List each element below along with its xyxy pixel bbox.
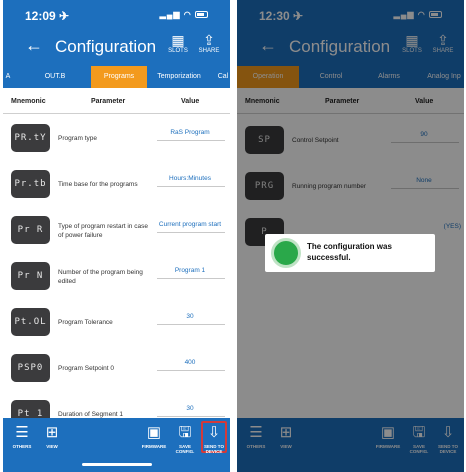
share-button[interactable]: ⇪ SHARE	[196, 32, 222, 54]
chip-icon: ▣	[146, 424, 162, 441]
save-config-label: SAVE CONFIG.	[175, 444, 195, 454]
table-row[interactable]: PR.tY Program type RaS Program	[3, 116, 230, 162]
status-time: 12:09 ✈	[25, 9, 70, 23]
signal-wifi-icon: ▂▄▆ ◠	[159, 10, 192, 19]
send-to-device-label: SEND TO DEVICE	[204, 444, 224, 454]
slots-icon: ▦	[171, 32, 185, 48]
view-button[interactable]: ⊞ VIEW	[39, 424, 65, 449]
mnemonic-chip: Pr.tb	[11, 170, 50, 198]
mnemonic-chip: PR.tY	[11, 124, 50, 152]
home-indicator	[82, 463, 152, 466]
save-config-button[interactable]: 🖫 SAVE CONFIG.	[172, 424, 198, 454]
view-label: VIEW	[46, 444, 58, 449]
header-value: Value	[181, 98, 200, 105]
success-check-icon	[271, 238, 301, 268]
status-icons: ▂▄▆ ◠	[160, 10, 208, 19]
view-icon: ⊞	[45, 424, 59, 441]
bottom-toolbar: ☰ OTHERS ⊞ VIEW ▣ FIRMWARE 🖫 SAVE CONFIG. ⇩ S…	[3, 418, 230, 472]
parameter-value[interactable]: 30	[153, 312, 227, 321]
success-toast: The configuration was successful.	[265, 234, 435, 272]
share-label: SHARE	[198, 48, 220, 54]
value-underline	[157, 186, 225, 187]
value-underline	[157, 416, 225, 417]
header-parameter: Parameter	[91, 98, 126, 105]
parameter-name: Type of program restart in case of power…	[58, 223, 148, 239]
mnemonic-chip: PSP0	[11, 354, 50, 382]
others-label: OTHERS	[12, 444, 32, 449]
mnemonic-chip: Pt.OL	[11, 308, 50, 336]
right-screen: 12:30 ✈ ▂▄▆ ◠ ← Configuration ▦ SLOTS ⇪ SH…	[237, 0, 464, 472]
parameter-name: Program type	[58, 135, 98, 142]
table-row[interactable]: Pr.tb Time base for the programs Hours:M…	[3, 162, 230, 208]
tab-out-b[interactable]: OUT.B	[25, 66, 85, 88]
firmware-label: FIRMWARE	[141, 444, 167, 449]
status-bar: 12:09 ✈ ▂▄▆ ◠	[3, 0, 230, 28]
mnemonic-chip: Pr R	[11, 216, 50, 244]
table-row[interactable]: Pt.OL Program Tolerance 30	[3, 300, 230, 346]
toast-message: The configuration was successful.	[307, 242, 392, 262]
battery-icon	[195, 11, 208, 19]
parameter-value[interactable]: RaS Program	[153, 128, 227, 137]
parameter-value[interactable]: Program 1	[153, 266, 227, 275]
table-row[interactable]: PSP0 Program Setpoint 0 400	[3, 346, 230, 392]
parameter-name: Time base for the programs	[58, 181, 138, 188]
header-mnemonic: Mnemonic	[11, 98, 46, 105]
parameter-value[interactable]: 30	[153, 404, 227, 413]
value-underline	[157, 324, 225, 325]
others-button[interactable]: ☰ OTHERS	[9, 424, 35, 449]
send-device-icon: ⇩	[207, 424, 221, 441]
tab-bar: A OUT.B Programs Temporization Cal	[3, 66, 230, 88]
save-icon: 🖫	[178, 424, 192, 441]
table-row[interactable]: Pr N Number of the program being edited …	[3, 254, 230, 300]
tab-temporization[interactable]: Temporization	[151, 66, 207, 88]
mnemonic-chip: Pr N	[11, 262, 50, 290]
parameter-name: Program Tolerance	[58, 319, 113, 326]
parameter-name: Number of the program being edited	[58, 269, 143, 285]
send-to-device-button[interactable]: ⇩ SEND TO DEVICE	[201, 421, 227, 454]
back-arrow-icon[interactable]: ←	[25, 35, 43, 56]
slots-button[interactable]: ▦ SLOTS	[165, 32, 191, 54]
parameter-name: Program Setpoint 0	[58, 365, 115, 372]
tab-cal[interactable]: Cal	[213, 66, 230, 88]
app-bar: ← Configuration ▦ SLOTS ⇪ SHARE	[3, 28, 230, 66]
parameter-value[interactable]: 400	[153, 358, 227, 367]
tab-a[interactable]: A	[3, 66, 13, 88]
menu-icon: ☰	[15, 424, 29, 441]
share-icon: ⇪	[203, 32, 215, 48]
table-row[interactable]: Pr R Type of program restart in case of …	[3, 208, 230, 254]
slots-label: SLOTS	[168, 48, 188, 54]
page-title: Configuration	[55, 37, 157, 56]
value-underline	[157, 140, 225, 141]
parameter-value[interactable]: Current program start	[153, 220, 227, 229]
value-underline	[157, 278, 225, 279]
parameter-value[interactable]: Hours:Minutes	[153, 174, 227, 183]
left-screen: 12:09 ✈ ▂▄▆ ◠ ← Configuration ▦ SLOTS ⇪ SH…	[3, 0, 230, 472]
firmware-button[interactable]: ▣ FIRMWARE	[141, 424, 167, 449]
tab-programs[interactable]: Programs	[91, 66, 147, 88]
value-underline	[157, 370, 225, 371]
value-underline	[157, 232, 225, 233]
table-header: Mnemonic Parameter Value	[3, 88, 230, 114]
